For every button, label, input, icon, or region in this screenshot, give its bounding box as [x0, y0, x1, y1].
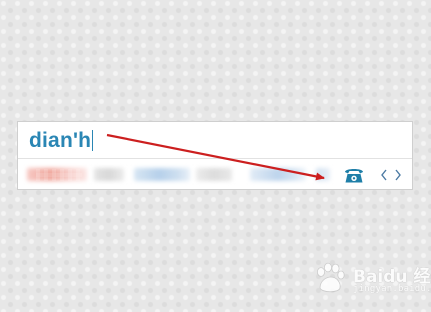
- text-caret: [92, 130, 94, 151]
- ime-input-row: dian'h: [18, 122, 412, 157]
- ime-candidate-window: dian'h: [17, 121, 413, 190]
- composition-text: dian'h: [29, 129, 92, 152]
- watermark-url: jingyan.baidu.com: [353, 284, 431, 294]
- candidate-6-blurred[interactable]: [316, 168, 330, 181]
- candidate-1-mosaic: [36, 169, 82, 181]
- telephone-icon[interactable]: [343, 165, 365, 185]
- prev-page-button[interactable]: [378, 166, 390, 184]
- watermark: Baidu 经验 jingyan.baidu.com: [313, 260, 431, 302]
- candidate-4-blurred[interactable]: [196, 168, 232, 181]
- baidu-paw-logo: [317, 262, 345, 293]
- candidate-2-blurred[interactable]: [94, 168, 124, 181]
- chevron-left-icon: [381, 169, 387, 181]
- next-page-button[interactable]: [392, 166, 404, 184]
- candidate-3-blurred[interactable]: [134, 168, 190, 181]
- candidate-5-blurred[interactable]: [250, 168, 306, 181]
- ime-composition-area[interactable]: dian'h: [29, 129, 94, 153]
- chevron-right-icon: [395, 169, 401, 181]
- ime-candidate-row: [18, 159, 412, 190]
